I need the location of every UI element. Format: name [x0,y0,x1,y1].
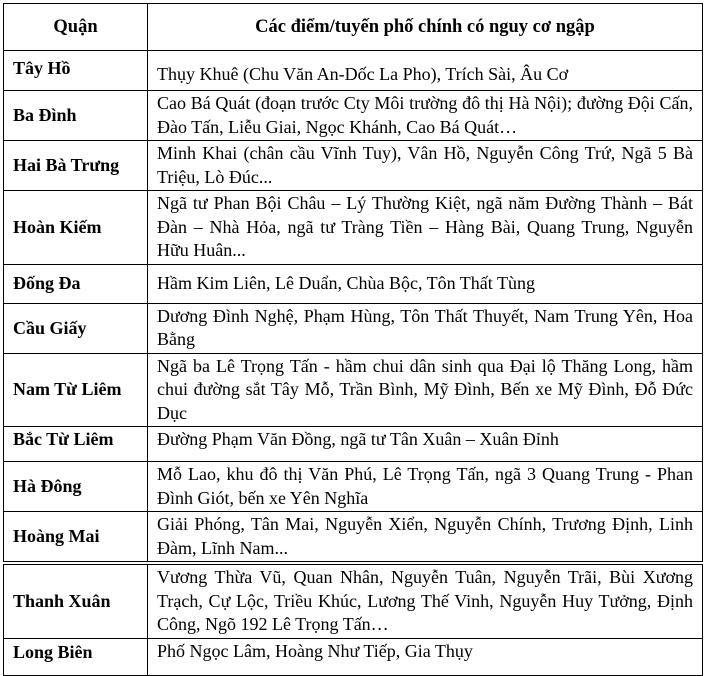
streets-cell: Vương Thừa Vũ, Quan Nhân, Nguyễn Tuân, N… [147,561,703,639]
streets-cell: Mỗ Lao, khu đô thị Văn Phú, Lê Trọng Tấn… [147,461,703,512]
flood-risk-table: Quận Các điểm/tuyến phố chính có nguy cơ… [3,3,703,676]
district-cell: Tây Hồ [3,50,148,91]
streets-cell: Phố Ngọc Lâm, Hoàng Như Tiếp, Gia Thụy [147,637,703,676]
header-district: Quận [3,3,148,51]
district-cell: Hà Đông [3,461,148,512]
district-cell: Cầu Giấy [3,302,148,354]
table-row: Bắc Từ Liêm Đường Phạm Văn Đồng, ngã tư … [3,426,703,462]
streets-cell: Cao Bá Quát (đoạn trước Cty Môi trường đ… [147,90,703,141]
table-row: Hoàng Mai Giải Phóng, Tân Mai, Nguyễn Xi… [3,511,703,564]
streets-cell: Ngã ba Lê Trọng Tấn - hầm chui dân sinh … [147,352,703,427]
streets-cell: Dương Đình Nghệ, Phạm Hùng, Tôn Thất Thu… [147,302,703,354]
table-row: Cầu Giấy Dương Đình Nghệ, Phạm Hùng, Tôn… [3,302,703,354]
streets-cell: Minh Khai (chân cầu Vĩnh Tuy), Vân Hồ, N… [147,140,703,191]
header-streets: Các điểm/tuyến phố chính có nguy cơ ngập [147,3,703,51]
streets-cell: Ngã tư Phan Bội Châu – Lý Thường Kiệt, n… [147,190,703,265]
table-row: Long Biên Phố Ngọc Lâm, Hoàng Như Tiếp, … [3,637,703,676]
table-row: Thanh Xuân Vương Thừa Vũ, Quan Nhân, Ngu… [3,561,703,639]
table-row: Đống Đa Hầm Kim Liên, Lê Duẩn, Chùa Bộc,… [3,263,703,304]
district-cell: Nam Từ Liêm [3,352,148,427]
district-cell: Thanh Xuân [3,561,148,639]
table-row: Hai Bà Trưng Minh Khai (chân cầu Vĩnh Tu… [3,140,703,191]
district-cell: Long Biên [3,637,148,676]
district-cell: Hoàn Kiếm [3,190,148,265]
district-cell: Bắc Từ Liêm [3,426,148,462]
streets-cell: Thụy Khuê (Chu Văn An-Dốc La Pho), Trích… [147,50,703,91]
table-row: Ba Đình Cao Bá Quát (đoạn trước Cty Môi … [3,90,703,141]
table-row: Nam Từ Liêm Ngã ba Lê Trọng Tấn - hầm ch… [3,352,703,427]
district-cell: Đống Đa [3,263,148,304]
table-row: Hoàn Kiếm Ngã tư Phan Bội Châu – Lý Thườ… [3,190,703,265]
table-row: Tây Hồ Thụy Khuê (Chu Văn An-Dốc La Pho)… [3,50,703,91]
streets-cell: Đường Phạm Văn Đồng, ngã tư Tân Xuân – X… [147,426,703,462]
district-cell: Hai Bà Trưng [3,140,148,191]
table-row: Hà Đông Mỗ Lao, khu đô thị Văn Phú, Lê T… [3,461,703,512]
streets-cell: Hầm Kim Liên, Lê Duẩn, Chùa Bộc, Tôn Thấ… [147,263,703,304]
district-cell: Ba Đình [3,90,148,141]
streets-cell: Giải Phóng, Tân Mai, Nguyễn Xiển, Nguyễn… [147,511,703,564]
district-cell: Hoàng Mai [3,511,148,564]
table-header-row: Quận Các điểm/tuyến phố chính có nguy cơ… [3,3,703,51]
